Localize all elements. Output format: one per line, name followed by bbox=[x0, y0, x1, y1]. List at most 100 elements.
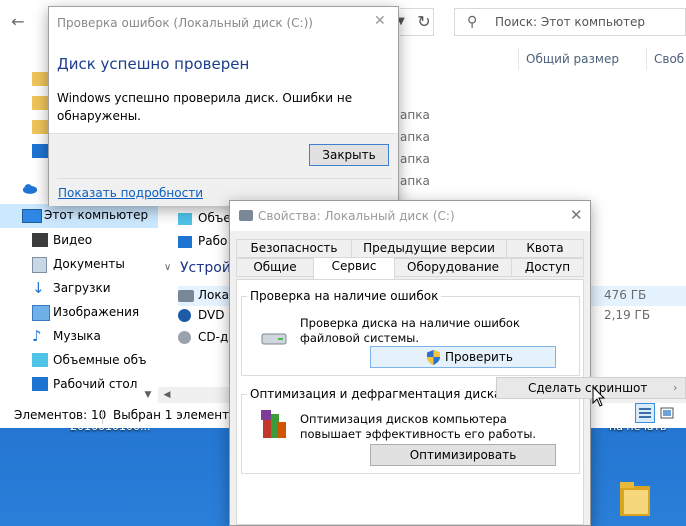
sidebar-item-label: Документы bbox=[53, 257, 125, 271]
sidebar-item-music[interactable]: ♪ Музыка bbox=[0, 325, 158, 349]
list-item-type: апка bbox=[400, 130, 430, 144]
dialog-title: Свойства: Локальный диск (C:) bbox=[258, 209, 455, 223]
list-item-label: Объе bbox=[198, 211, 231, 225]
context-menu: Сделать скриншот › bbox=[496, 377, 686, 399]
folder-icon bbox=[32, 144, 48, 158]
group-title: Оптимизация и дефрагментация диска bbox=[247, 387, 505, 401]
error-check-dialog: Проверка ошибок (Локальный диск (C:)) ✕ … bbox=[48, 6, 399, 206]
dvd-icon bbox=[178, 309, 191, 322]
sidebar-item-downloads[interactable]: ↓ Загрузки bbox=[0, 277, 158, 301]
list-item-label: Рабо bbox=[198, 234, 228, 248]
tab-sharing[interactable]: Доступ bbox=[511, 258, 584, 277]
search-input[interactable]: ⚲ Поиск: Этот компьютер bbox=[454, 8, 686, 36]
back-arrow-icon[interactable]: ← bbox=[6, 10, 30, 34]
defrag-icon bbox=[261, 410, 286, 438]
list-item-type: апка bbox=[400, 152, 430, 166]
downloads-icon: ↓ bbox=[32, 279, 45, 297]
desktop-icon bbox=[32, 377, 48, 391]
refresh-icon[interactable]: ↻ bbox=[412, 10, 436, 34]
sidebar-item-this-pc[interactable]: Этот компьютер bbox=[0, 204, 158, 228]
folder-icon bbox=[32, 72, 48, 86]
computer-icon bbox=[22, 209, 42, 223]
chevron-right-icon: › bbox=[673, 381, 678, 394]
3d-objects-icon bbox=[178, 213, 192, 225]
chevron-down-icon: ∨ bbox=[164, 262, 172, 273]
check-button-label: Проверить bbox=[445, 350, 513, 364]
sidebar-item-label: Рабочий стол bbox=[53, 377, 138, 391]
tab-general[interactable]: Общие bbox=[236, 258, 314, 277]
tab-service[interactable]: Сервис bbox=[313, 257, 395, 279]
tab-security[interactable]: Безопасность bbox=[236, 239, 352, 258]
devices-header-label: Устрой bbox=[180, 260, 231, 276]
folder-icon bbox=[32, 120, 48, 134]
column-divider[interactable] bbox=[518, 48, 519, 70]
3d-objects-icon bbox=[32, 353, 48, 367]
devices-group-header[interactable]: ∨ Устрой bbox=[164, 260, 234, 280]
sidebar-item-desktop[interactable]: Рабочий стол bbox=[0, 373, 158, 397]
status-divider bbox=[102, 410, 103, 424]
group-description: Проверка диска на наличие ошибок файлово… bbox=[300, 316, 520, 345]
sidebar-item-label: Этот компьютер bbox=[44, 208, 149, 222]
dialog-heading: Диск успешно проверен bbox=[57, 55, 250, 73]
sidebar-item-documents[interactable]: Документы bbox=[0, 253, 158, 277]
large-icons-view-icon[interactable] bbox=[659, 405, 675, 421]
documents-icon bbox=[32, 257, 47, 273]
group-title: Проверка на наличие ошибок bbox=[247, 289, 442, 303]
tab-quota[interactable]: Квота bbox=[506, 239, 584, 258]
close-icon[interactable]: ✕ bbox=[374, 13, 386, 29]
dialog-message: Windows успешно проверила диск. Ошибки н… bbox=[57, 91, 353, 123]
sidebar-item-label: Загрузки bbox=[53, 281, 111, 295]
group-description: Оптимизация дисков компьютера повышает э… bbox=[300, 412, 537, 441]
sidebar-item-label: Объемные объ bbox=[53, 353, 147, 367]
footer-divider bbox=[57, 178, 392, 179]
device-size: 476 ГБ bbox=[604, 288, 647, 302]
column-headers: Общий размер Своб bbox=[400, 44, 686, 74]
images-icon bbox=[32, 305, 50, 321]
list-item[interactable]: апка bbox=[400, 126, 686, 150]
take-screenshot-menu-item[interactable]: Сделать скриншот bbox=[528, 381, 647, 395]
list-item[interactable]: апка bbox=[400, 148, 686, 172]
folder-icon bbox=[32, 96, 48, 110]
details-view-icon[interactable] bbox=[635, 403, 655, 423]
drive-icon bbox=[239, 210, 253, 221]
video-icon bbox=[32, 233, 48, 247]
desktop-icon bbox=[178, 236, 192, 248]
list-item[interactable]: апка bbox=[400, 104, 686, 128]
optimize-button[interactable]: Оптимизировать bbox=[370, 444, 556, 466]
list-item-type: апка bbox=[400, 174, 430, 188]
sidebar-item-label: Видео bbox=[53, 233, 93, 247]
close-icon[interactable]: ✕ bbox=[570, 206, 583, 224]
search-icon: ⚲ bbox=[467, 14, 478, 30]
tab-previous-versions[interactable]: Предыдущие версии bbox=[351, 239, 507, 258]
column-total-size[interactable]: Общий размер bbox=[526, 52, 619, 66]
cloud-icon bbox=[22, 184, 38, 194]
uac-shield-icon bbox=[427, 350, 440, 365]
sidebar-item-3d-objects[interactable]: Объемные объ bbox=[0, 349, 158, 373]
status-selection: Выбран 1 элемент bbox=[113, 408, 230, 422]
check-button[interactable]: Проверить bbox=[370, 346, 556, 368]
scroll-left-arrow-icon[interactable]: ◀ bbox=[160, 387, 174, 403]
hard-drive-icon bbox=[261, 333, 287, 345]
music-icon: ♪ bbox=[32, 327, 42, 345]
search-placeholder: Поиск: Этот компьютер bbox=[495, 15, 646, 29]
cd-icon bbox=[178, 331, 191, 344]
drive-icon bbox=[178, 290, 194, 302]
list-item-type: апка bbox=[400, 108, 430, 122]
close-button[interactable]: Закрыть bbox=[309, 144, 389, 166]
status-item-count: Элементов: 10 bbox=[14, 408, 107, 422]
sidebar-item-label: Изображения bbox=[53, 305, 140, 319]
scroll-down-arrow-icon[interactable]: ▼ bbox=[140, 388, 156, 402]
sidebar-item-video[interactable]: Видео bbox=[0, 229, 158, 253]
desktop-folder-icon[interactable] bbox=[618, 476, 652, 518]
tab-hardware[interactable]: Оборудование bbox=[394, 258, 512, 277]
column-free-space[interactable]: Своб bbox=[654, 52, 684, 66]
show-details-link[interactable]: Показать подробности bbox=[58, 186, 203, 200]
disk-properties-dialog: Свойства: Локальный диск (C:) ✕ Безопасн… bbox=[229, 200, 591, 526]
dialog-title: Проверка ошибок (Локальный диск (C:)) bbox=[57, 16, 313, 30]
column-divider[interactable] bbox=[646, 48, 647, 70]
mouse-cursor-icon bbox=[592, 386, 606, 407]
sidebar-item-images[interactable]: Изображения bbox=[0, 301, 158, 325]
device-size: 2,19 ГБ bbox=[604, 308, 651, 322]
list-item[interactable]: апка bbox=[400, 170, 686, 194]
tab-panel-service: Проверка на наличие ошибок Проверка диск… bbox=[236, 279, 584, 525]
